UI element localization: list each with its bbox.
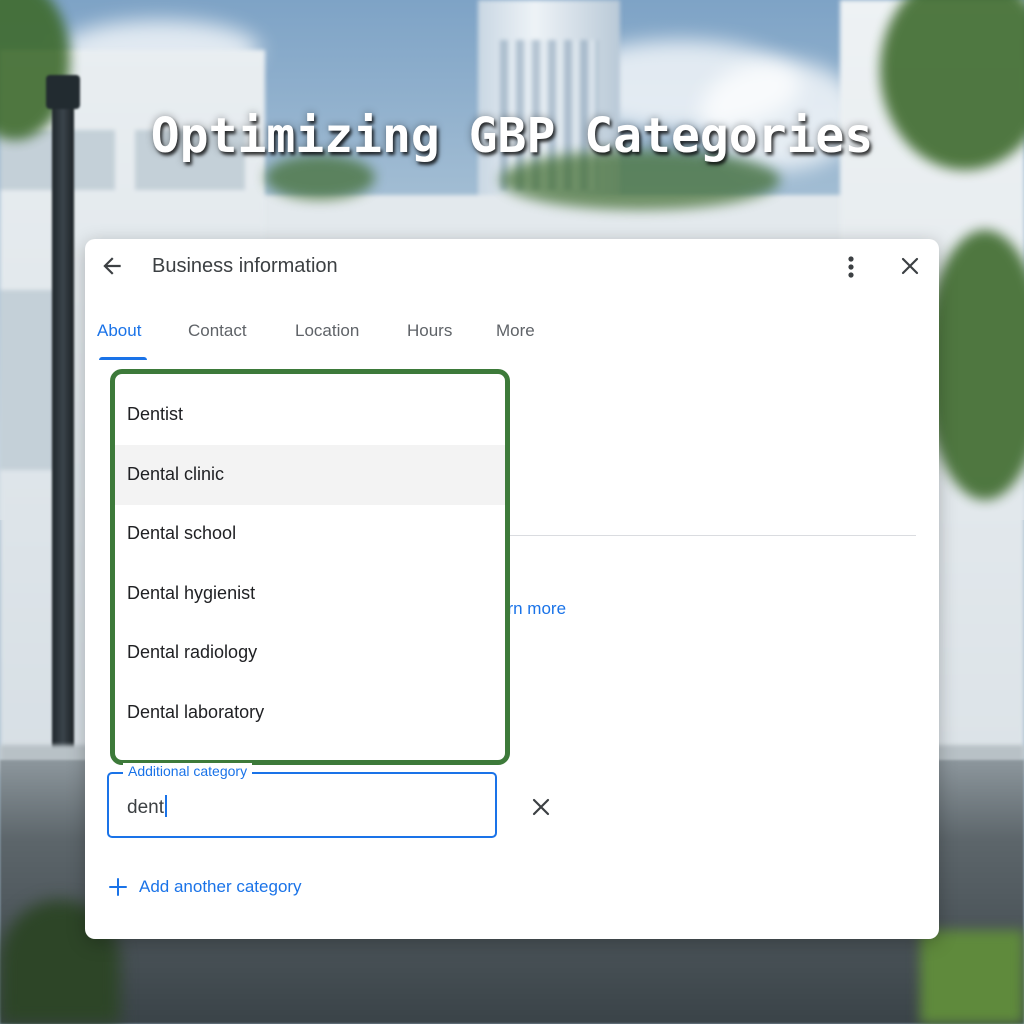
tab-contact[interactable]: Contact (188, 321, 247, 341)
category-option[interactable]: Dental radiology (115, 623, 505, 683)
field-value-wrap: dent (127, 795, 167, 819)
text-cursor (164, 795, 167, 817)
tab-hours[interactable]: Hours (407, 321, 452, 341)
close-icon[interactable] (898, 254, 922, 278)
category-option[interactable]: Dental school (115, 504, 505, 564)
option-label: Dental hygienist (127, 583, 256, 603)
business-info-dialog: Business information About Contact Locat… (85, 239, 939, 939)
section-divider (505, 535, 916, 536)
category-suggestions-dropdown: Dentist Dental clinic Dental school Dent… (110, 369, 510, 765)
option-label: Dental school (127, 523, 237, 543)
tab-location[interactable]: Location (295, 321, 359, 341)
category-option[interactable]: Dentist (115, 385, 505, 445)
tab-about[interactable]: About (97, 321, 141, 341)
category-option[interactable]: Dental hygienist (115, 564, 505, 624)
grass (920, 930, 1024, 1024)
option-label: Dental radiology (127, 642, 258, 662)
option-label: Dental clinic (127, 464, 225, 484)
tab-more[interactable]: More (496, 321, 535, 341)
dialog-title: Business information (152, 255, 338, 277)
page-title: Optimizing GBP Categories (150, 108, 874, 164)
more-vert-icon[interactable] (840, 253, 862, 281)
field-label: Additional category (123, 763, 253, 779)
option-label: Dental laboratory (127, 702, 265, 722)
close-icon[interactable] (530, 796, 552, 818)
plus-icon (109, 878, 127, 896)
lamp-post (46, 75, 80, 760)
option-label: Dentist (127, 404, 184, 424)
category-option[interactable]: Dental laboratory (115, 683, 505, 743)
additional-category-field[interactable]: Additional category dent (107, 763, 497, 838)
arrow-back-icon[interactable] (99, 253, 125, 279)
additional-category-input[interactable]: dent (127, 797, 164, 818)
add-another-category-label: Add another category (139, 877, 302, 896)
category-option[interactable]: Dental clinic (115, 445, 505, 505)
active-tab-indicator (99, 357, 147, 360)
